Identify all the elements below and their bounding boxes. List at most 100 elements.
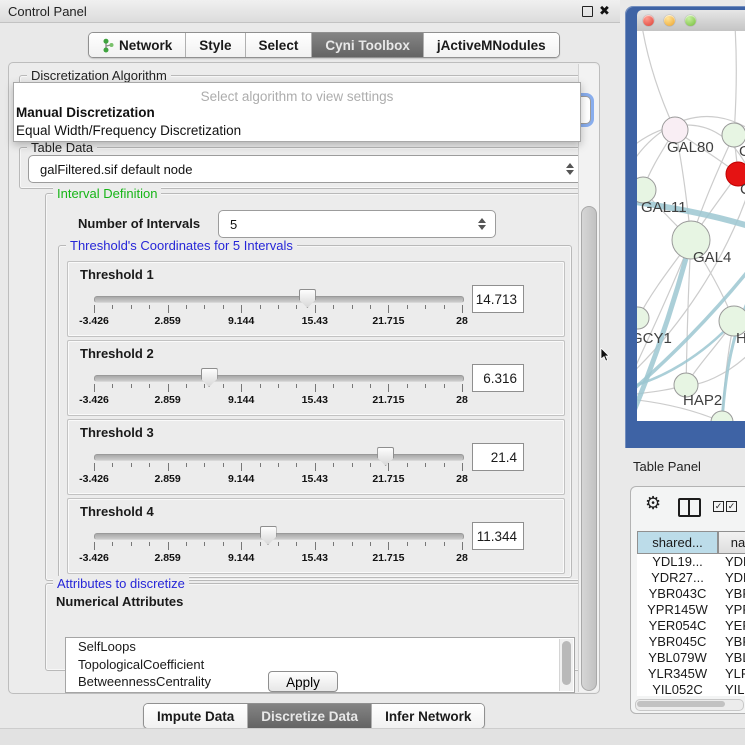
table-horizontal-scrollbar[interactable] — [635, 699, 744, 711]
tab-style[interactable]: Style — [186, 33, 245, 57]
tick-label: 2.859 — [140, 552, 196, 564]
interval-definition-group: Interval Definition Number of Intervals … — [45, 193, 581, 581]
table-column-header[interactable]: na — [718, 531, 745, 554]
network-node-label: H — [736, 330, 745, 347]
network-node-label: GAL80 — [667, 139, 714, 156]
slider-track[interactable] — [94, 375, 464, 382]
checkbox-icon[interactable]: ✓ — [713, 501, 724, 512]
table-column-header[interactable]: shared... — [637, 531, 718, 554]
interval-definition-group-title: Interval Definition — [53, 186, 161, 201]
screen: Control Panel ✖ NetworkStyleSelectCyni T… — [0, 0, 745, 745]
tab-discretize-data[interactable]: Discretize Data — [248, 704, 372, 728]
table-rows: YDL19...YDL1YDR27...YDR2YBR043CYBR0YPR14… — [637, 554, 745, 696]
tick-label: 15.43 — [287, 552, 343, 564]
tick-label: 2.859 — [140, 315, 196, 327]
table-panel-window: ⚙ ✓ ✓ shared...na YDL19...YDL1YDR27...YD… — [630, 486, 745, 714]
number-of-intervals-combobox[interactable]: 5 — [218, 210, 496, 238]
tick-label: 21.715 — [360, 473, 416, 485]
table-data-group-title: Table Data — [27, 140, 97, 155]
tick-label: 21.715 — [360, 552, 416, 564]
discretization-algorithm-group-title: Discretization Algorithm — [27, 68, 171, 83]
slider-thumb[interactable] — [260, 526, 277, 545]
threshold-value-field[interactable]: 21.4 — [472, 443, 524, 471]
tab-infer-network[interactable]: Infer Network — [372, 704, 484, 728]
tab-cyni-toolbox[interactable]: Cyni Toolbox — [312, 33, 424, 57]
table-row[interactable]: YPR145WYPR1 — [637, 602, 745, 618]
table-row[interactable]: YDL19...YDL1 — [637, 554, 745, 570]
number-of-intervals-value: 5 — [219, 217, 477, 232]
slider-thumb[interactable] — [377, 447, 394, 466]
slider-thumb[interactable] — [201, 368, 218, 387]
tick-label: 28 — [434, 394, 490, 406]
slider-track[interactable] — [94, 533, 464, 540]
tab-impute-data[interactable]: Impute Data — [144, 704, 248, 728]
combo-stepper-icon — [565, 163, 574, 175]
tab-jactivemnodules[interactable]: jActiveMNodules — [424, 33, 559, 57]
gear-icon[interactable]: ⚙ — [645, 493, 661, 514]
tick-label: 28 — [434, 315, 490, 327]
network-canvas[interactable]: GAL80GACGAL11GAL4GCY1HHAP2 — [637, 31, 745, 421]
threshold-label: Threshold 2 — [80, 346, 154, 361]
checkbox-icon[interactable]: ✓ — [726, 501, 737, 512]
table-header-row: shared...na — [637, 531, 745, 554]
threshold-value-field[interactable]: 11.344 — [472, 522, 524, 550]
table-row[interactable]: YDR27...YDR2 — [637, 570, 745, 586]
tick-label: -3.426 — [66, 473, 122, 485]
tab-network[interactable]: Network — [89, 33, 186, 57]
table-data-combobox-value: galFiltered.sif default node — [29, 162, 565, 177]
minimize-traffic-light-icon[interactable] — [664, 15, 675, 26]
slider-track[interactable] — [94, 296, 464, 303]
table-row[interactable]: YBR045CYBR0 — [637, 634, 745, 650]
tick-label: 9.144 — [213, 473, 269, 485]
table-row[interactable]: YLR345WYLR3 — [637, 666, 745, 682]
network-node-label: HAP2 — [683, 392, 722, 409]
combo-stepper-icon — [477, 218, 486, 230]
tick-label: 15.43 — [287, 473, 343, 485]
tick-label: 28 — [434, 552, 490, 564]
tick-label: 9.144 — [213, 315, 269, 327]
slider-thumb[interactable] — [299, 289, 316, 308]
table-data-combobox[interactable]: galFiltered.sif default node — [28, 155, 584, 183]
algorithm-option[interactable]: Manual Discretization — [14, 104, 580, 122]
table-row[interactable]: YIL052CYIL0 — [637, 682, 745, 696]
thresholds-group-title: Threshold's Coordinates for 5 Intervals — [66, 238, 297, 253]
mouse-cursor — [600, 348, 612, 364]
network-node-label: GAL4 — [693, 249, 731, 266]
network-node-label: GAL11 — [641, 199, 687, 216]
bottom-tab-bar: Impute DataDiscretize DataInfer Network — [143, 703, 485, 729]
table-row[interactable]: YBR043CYBR0 — [637, 586, 745, 602]
threshold-value-field[interactable]: 6.316 — [472, 364, 524, 392]
attribute-list-item[interactable]: SelfLoops — [66, 638, 574, 656]
table-panel-title: Table Panel — [633, 459, 701, 474]
close-icon[interactable]: ✖ — [599, 3, 610, 19]
tick-label: 9.144 — [213, 552, 269, 564]
float-panel-icon[interactable] — [582, 6, 593, 17]
network-node[interactable] — [711, 411, 733, 421]
table-row[interactable]: YER054CYER0 — [637, 618, 745, 634]
threshold-value-field[interactable]: 14.713 — [472, 285, 524, 313]
cyni-toolbox-panel: Discretization Algorithm Select algorith… — [8, 62, 600, 694]
network-node[interactable] — [637, 307, 649, 329]
control-panel-title: Control Panel — [8, 4, 87, 19]
panel-scrollbar[interactable] — [578, 64, 599, 692]
tick-label: 21.715 — [360, 315, 416, 327]
threshold-box: Threshold 4-3.4262.8599.14415.4321.71528… — [67, 498, 565, 574]
split-columns-icon[interactable] — [678, 498, 701, 517]
network-node-label: GCY1 — [637, 330, 672, 347]
close-traffic-light-icon[interactable] — [643, 15, 654, 26]
table-row[interactable]: YBL079WYBL0 — [637, 650, 745, 666]
top-tab-bar: NetworkStyleSelectCyni ToolboxjActiveMNo… — [88, 32, 560, 58]
slider-track[interactable] — [94, 454, 464, 461]
apply-button[interactable]: Apply — [268, 671, 338, 692]
tick-label: 2.859 — [140, 394, 196, 406]
network-icon — [102, 38, 114, 53]
threshold-label: Threshold 4 — [80, 504, 154, 519]
attributes-list-scrollbar[interactable] — [559, 639, 573, 691]
tick-label: 9.144 — [213, 394, 269, 406]
panel-scrollbar-thumb[interactable] — [581, 206, 597, 691]
zoom-traffic-light-icon[interactable] — [685, 15, 696, 26]
control-panel-titlebar: Control Panel ✖ — [0, 0, 620, 23]
tab-select[interactable]: Select — [246, 33, 313, 57]
algorithm-option[interactable]: Equal Width/Frequency Discretization — [14, 122, 580, 140]
threshold-box: Threshold 1-3.4262.8599.14415.4321.71528… — [67, 261, 565, 337]
